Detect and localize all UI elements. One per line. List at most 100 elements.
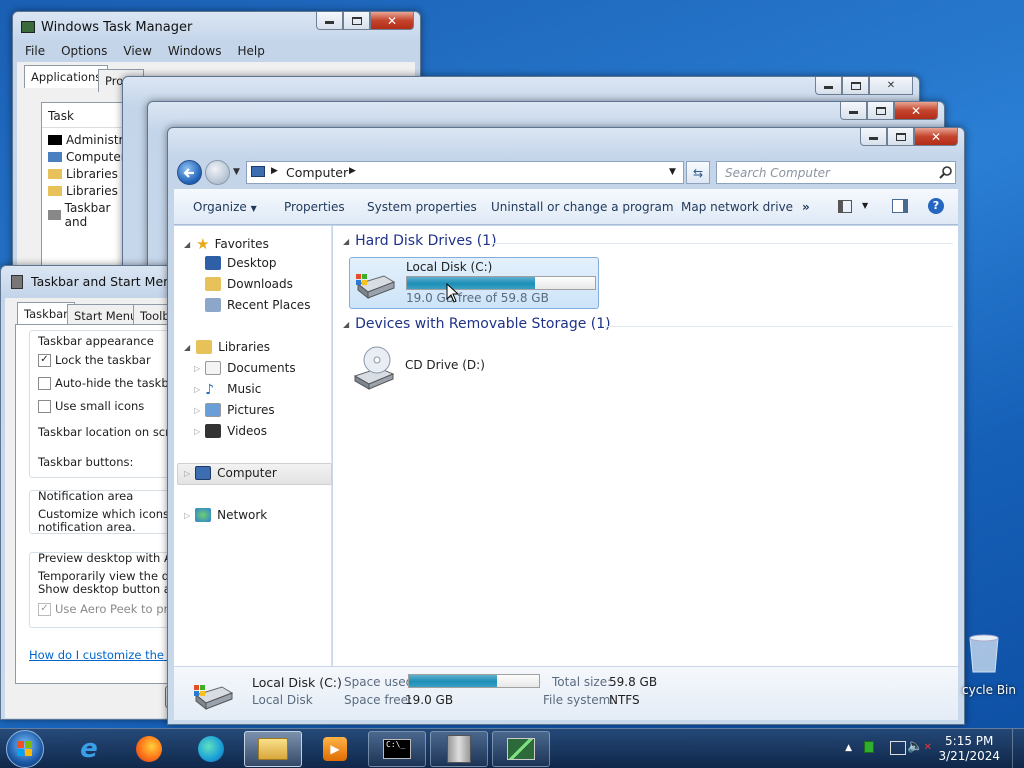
minimize-button[interactable] — [840, 102, 867, 120]
nav-recent-places[interactable]: Recent Places — [205, 298, 310, 312]
clock[interactable]: 5:15 PM 3/21/2024 — [938, 734, 1000, 764]
computer-icon — [48, 152, 62, 162]
taskbar-properties-icon — [11, 275, 23, 289]
menu-options[interactable]: Options — [53, 42, 115, 60]
properties-button[interactable]: Properties — [284, 200, 345, 214]
system-properties-button[interactable]: System properties — [367, 200, 477, 214]
taskbar-explorer[interactable] — [244, 731, 302, 767]
nav-network[interactable]: ▷ Network — [184, 508, 267, 522]
forward-button[interactable] — [205, 160, 230, 185]
show-desktop-button[interactable] — [1012, 729, 1024, 768]
nav-music[interactable]: ▷ ♪ Music — [194, 382, 261, 398]
search-input[interactable]: Search Computer — [716, 161, 956, 184]
minimize-button[interactable] — [815, 77, 842, 95]
list-item[interactable]: Taskbar and — [48, 201, 130, 229]
window-icon — [48, 210, 61, 220]
list-item[interactable]: Libraries — [48, 167, 118, 181]
minimize-button[interactable] — [860, 128, 887, 146]
menu-view[interactable]: View — [115, 42, 159, 60]
appearance-label: Taskbar appearance — [38, 334, 154, 348]
chevron-down-icon[interactable]: ▼ — [862, 201, 868, 210]
auto-hide-checkbox[interactable]: Auto-hide the taskbar — [38, 376, 180, 390]
start-button[interactable] — [6, 730, 44, 768]
nav-downloads[interactable]: Downloads — [205, 277, 293, 291]
address-dropdown-icon[interactable]: ▼ — [669, 167, 676, 177]
nav-libraries[interactable]: ◢ Libraries — [184, 340, 270, 354]
nav-pictures[interactable]: ▷ Pictures — [194, 403, 275, 417]
maximize-button[interactable] — [842, 77, 869, 95]
nav-favorites[interactable]: ◢ ★ Favorites — [184, 235, 269, 253]
total-size-label: Total size: — [552, 675, 612, 689]
notification-label: Notification area — [38, 489, 134, 503]
preview-pane-icon[interactable] — [892, 199, 908, 213]
list-item[interactable]: Computer — [48, 150, 126, 164]
address-bar[interactable]: ▶ Computer ▶ ▼ — [246, 161, 684, 184]
nav-computer[interactable]: ▷ Computer — [184, 466, 277, 480]
organize-button[interactable]: Organize ▼ — [193, 200, 257, 214]
taskbar-taskbar-properties[interactable] — [430, 731, 488, 767]
list-item[interactable]: Libraries — [48, 184, 118, 198]
chevron-right-icon[interactable]: ▶ — [349, 166, 356, 176]
drive-d-item[interactable]: CD Drive (D:) — [349, 342, 549, 392]
chevron-down-icon: ▼ — [250, 204, 257, 213]
taskbar: e ▶ C:\_ ▲ 🔈✕ 5:15 PM 3/21/2024 — [0, 728, 1024, 768]
help-icon[interactable]: ? — [928, 198, 944, 214]
nav-videos[interactable]: ▷ Videos — [194, 424, 267, 438]
cd-drive-icon — [353, 346, 395, 390]
notification-text: notification area. — [38, 520, 136, 534]
taskbar-firefox[interactable] — [120, 731, 178, 767]
group-removable-storage[interactable]: ◢ Devices with Removable Storage (1) — [343, 316, 611, 332]
lock-taskbar-checkbox[interactable]: ✓ Lock the taskbar — [38, 353, 151, 367]
column-task[interactable]: Task — [48, 109, 74, 123]
volume-muted-icon[interactable]: 🔈✕ — [907, 739, 932, 754]
taskbar-command-prompt[interactable]: C:\_ — [368, 731, 426, 767]
maximize-button[interactable] — [343, 12, 370, 30]
taskbar-media-player[interactable]: ▶ — [306, 731, 364, 767]
check-icon: ✓ — [38, 602, 51, 616]
back-arrow-icon — [183, 168, 194, 178]
tab-applications[interactable]: Applications — [24, 65, 109, 88]
recycle-bin-label: cycle Bin — [962, 683, 1016, 697]
drive-c-name: Local Disk (C:) — [406, 260, 493, 274]
map-network-drive-button[interactable]: Map network drive — [681, 200, 793, 214]
firefox-icon — [136, 736, 162, 762]
close-button[interactable]: ✕ — [894, 102, 938, 120]
file-system-value: NTFS — [609, 693, 640, 707]
small-icons-checkbox[interactable]: Use small icons — [38, 399, 144, 413]
close-button[interactable]: ✕ — [370, 12, 414, 30]
check-icon: ✓ — [38, 353, 51, 367]
drive-c-item[interactable]: Local Disk (C:) 19.0 GB free of 59.8 GB — [349, 257, 599, 309]
uninstall-program-button[interactable]: Uninstall or change a program — [491, 200, 674, 214]
more-commands-button[interactable]: » — [802, 200, 810, 214]
menu-help[interactable]: Help — [229, 42, 272, 60]
maximize-button[interactable] — [867, 102, 894, 120]
nav-documents[interactable]: ▷ Documents — [194, 361, 296, 375]
change-view-icon[interactable] — [838, 200, 852, 213]
folder-icon — [48, 186, 62, 196]
taskbar-internet-explorer[interactable]: e — [60, 731, 118, 767]
refresh-button[interactable]: ⇆ — [686, 161, 710, 184]
nav-desktop[interactable]: Desktop — [205, 256, 277, 270]
recycle-bin[interactable]: cycle Bin — [962, 632, 1024, 697]
back-button[interactable] — [177, 160, 202, 185]
action-center-icon[interactable] — [890, 741, 906, 755]
close-button[interactable]: ✕ — [869, 77, 913, 95]
group-hard-disk-drives[interactable]: ◢ Hard Disk Drives (1) — [343, 233, 497, 249]
internet-explorer-icon: e — [80, 734, 98, 764]
chevron-right-icon[interactable]: ▶ — [271, 166, 278, 176]
show-hidden-icons[interactable]: ▲ — [845, 743, 852, 753]
maximize-button[interactable] — [887, 128, 914, 146]
network-status-icon[interactable] — [864, 741, 874, 753]
breadcrumb-computer[interactable]: Computer — [286, 165, 348, 180]
pictures-icon — [205, 403, 222, 417]
total-size-value: 59.8 GB — [609, 675, 658, 689]
task-manager-title: Windows Task Manager — [41, 20, 193, 35]
menu-windows[interactable]: Windows — [160, 42, 230, 60]
menu-file[interactable]: File — [17, 42, 53, 60]
command-prompt-icon: C:\_ — [383, 739, 411, 759]
recent-pages-dropdown-icon[interactable]: ▼ — [233, 167, 240, 177]
minimize-button[interactable] — [316, 12, 343, 30]
taskbar-task-manager[interactable] — [492, 731, 550, 767]
taskbar-edge[interactable] — [182, 731, 240, 767]
close-button[interactable]: ✕ — [914, 128, 958, 146]
